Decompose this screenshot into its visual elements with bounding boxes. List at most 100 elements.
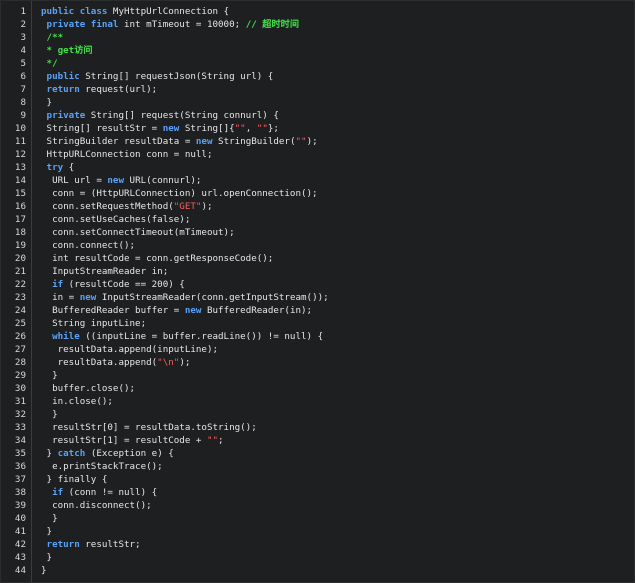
code-line[interactable]: conn = (HttpURLConnection) url.openConne… (41, 187, 634, 200)
code-token: } (41, 513, 58, 524)
code-line[interactable]: conn.connect(); (41, 239, 634, 252)
code-token: "" (234, 123, 246, 134)
line-number: 2 (20, 19, 26, 30)
line-number: 44 (14, 565, 26, 576)
code-line[interactable]: InputStreamReader in; (41, 265, 634, 278)
code-token: int mTimeout = 10000; (118, 19, 246, 30)
code-token: StringBuilder( (212, 136, 296, 147)
code-token: URL(connurl); (124, 175, 202, 186)
code-line[interactable]: } (41, 96, 634, 109)
code-token: "" (206, 435, 219, 446)
code-token: String[]{ (179, 123, 235, 134)
code-line[interactable]: private String[] request(String connurl)… (41, 109, 634, 122)
code-line[interactable]: int resultCode = conn.getResponseCode(); (41, 252, 634, 265)
code-token: new (162, 123, 180, 134)
line-number: 36 (14, 461, 26, 472)
code-line[interactable]: in.close(); (41, 395, 634, 408)
code-line[interactable]: resultStr[0] = resultData.toString(); (41, 421, 634, 434)
code-token: e.printStackTrace(); (41, 461, 163, 472)
code-line[interactable]: URL url = new URL(connurl); (41, 174, 634, 187)
code-token: resultData.append( (41, 357, 158, 368)
line-number: 31 (14, 396, 26, 407)
code-token: conn.setRequestMethod( (41, 201, 174, 212)
code-line[interactable]: resultData.append("\n"); (41, 356, 634, 369)
code-token: resultStr; (79, 539, 141, 550)
code-line[interactable]: return resultStr; (41, 538, 634, 551)
code-line[interactable]: HttpURLConnection conn = null; (41, 148, 634, 161)
code-token: resultStr[1] = resultCode + (41, 435, 207, 446)
code-token: InputStreamReader in; (41, 266, 169, 277)
line-number: 1 (20, 6, 26, 17)
code-line[interactable]: resultData.append(inputLine); (41, 343, 634, 356)
code-line[interactable]: private final int mTimeout = 10000; // 超… (41, 18, 634, 31)
line-number: 4 (20, 45, 26, 56)
code-line[interactable]: * get访问 (41, 44, 634, 57)
code-line[interactable]: in = new InputStreamReader(conn.getInput… (41, 291, 634, 304)
code-line[interactable]: StringBuilder resultData = new StringBui… (41, 135, 634, 148)
code-line[interactable]: if (resultCode == 200) { (41, 278, 634, 291)
code-token: } (41, 97, 53, 108)
code-line[interactable]: conn.setRequestMethod("GET"); (41, 200, 634, 213)
line-number: 40 (14, 513, 26, 524)
code-line[interactable]: conn.setConnectTimeout(mTimeout); (41, 226, 634, 239)
code-token: HttpURLConnection conn = null; (41, 149, 213, 160)
line-number: 7 (20, 84, 26, 95)
code-area[interactable]: public class MyHttpUrlConnection { priva… (32, 1, 634, 582)
code-token: } (41, 409, 58, 420)
line-number-gutter: 1 2 3 4 5 6 7 8 9 10 11 12 13 14 15 16 17 18 19 20 21 22 23 24 2… (1, 1, 32, 582)
code-token: in = (41, 292, 80, 303)
code-token: /** (41, 32, 64, 43)
code-line[interactable]: e.printStackTrace(); (41, 460, 634, 473)
code-token: resultData.append(inputLine); (41, 344, 219, 355)
code-token: MyHttpUrlConnection { (107, 6, 230, 17)
line-number: 19 (14, 240, 26, 251)
code-line[interactable]: resultStr[1] = resultCode + ""; (41, 434, 634, 447)
code-line[interactable]: } (41, 512, 634, 525)
code-line[interactable]: while ((inputLine = buffer.readLine()) !… (41, 330, 634, 343)
code-line[interactable]: public class MyHttpUrlConnection { (41, 5, 634, 18)
line-number: 12 (14, 149, 26, 160)
code-line[interactable]: conn.setUseCaches(false); (41, 213, 634, 226)
code-line[interactable]: */ (41, 57, 634, 70)
code-line[interactable]: } (41, 408, 634, 421)
line-number: 29 (14, 370, 26, 381)
code-line[interactable]: BufferedReader buffer = new BufferedRead… (41, 304, 634, 317)
code-line[interactable]: } (41, 525, 634, 538)
code-token: while (41, 331, 80, 342)
code-token: URL url = (41, 175, 108, 186)
code-token: new (107, 175, 124, 186)
code-line[interactable]: } (41, 551, 634, 564)
code-token: // 超时时间 (245, 19, 300, 30)
code-line[interactable]: } finally { (41, 473, 634, 486)
code-token: if (41, 487, 64, 498)
code-token: { (63, 162, 75, 173)
line-number: 34 (14, 435, 26, 446)
code-token: catch (57, 448, 86, 459)
code-editor[interactable]: 1 2 3 4 5 6 7 8 9 10 11 12 13 14 15 16 17 18 19 20 21 22 23 24 2… (0, 0, 635, 583)
code-line[interactable]: buffer.close(); (41, 382, 634, 395)
code-token: String[] request(String connurl) { (85, 110, 279, 121)
code-token: public class (41, 6, 108, 17)
code-line[interactable]: try { (41, 161, 634, 174)
code-line[interactable]: if (conn != null) { (41, 486, 634, 499)
line-number: 24 (14, 305, 26, 316)
code-line[interactable]: conn.disconnect(); (41, 499, 634, 512)
code-line[interactable]: String[] resultStr = new String[]{"", ""… (41, 122, 634, 135)
code-line[interactable]: } catch (Exception e) { (41, 447, 634, 460)
code-line[interactable]: } (41, 564, 634, 577)
code-token: } (41, 526, 53, 537)
line-number: 15 (14, 188, 26, 199)
code-line[interactable]: } (41, 369, 634, 382)
line-number: 8 (20, 97, 26, 108)
code-token: }; (267, 123, 279, 134)
code-token: new (184, 305, 202, 316)
code-token: } (41, 370, 58, 381)
code-line[interactable]: return request(url); (41, 83, 634, 96)
code-line[interactable]: public String[] requestJson(String url) … (41, 70, 634, 83)
code-token: conn.setConnectTimeout(mTimeout); (41, 227, 235, 238)
code-line[interactable]: /** (41, 31, 634, 44)
line-number: 39 (14, 500, 26, 511)
line-number: 28 (14, 357, 26, 368)
code-line[interactable]: String inputLine; (41, 317, 634, 330)
code-token: (Exception e) { (85, 448, 174, 459)
